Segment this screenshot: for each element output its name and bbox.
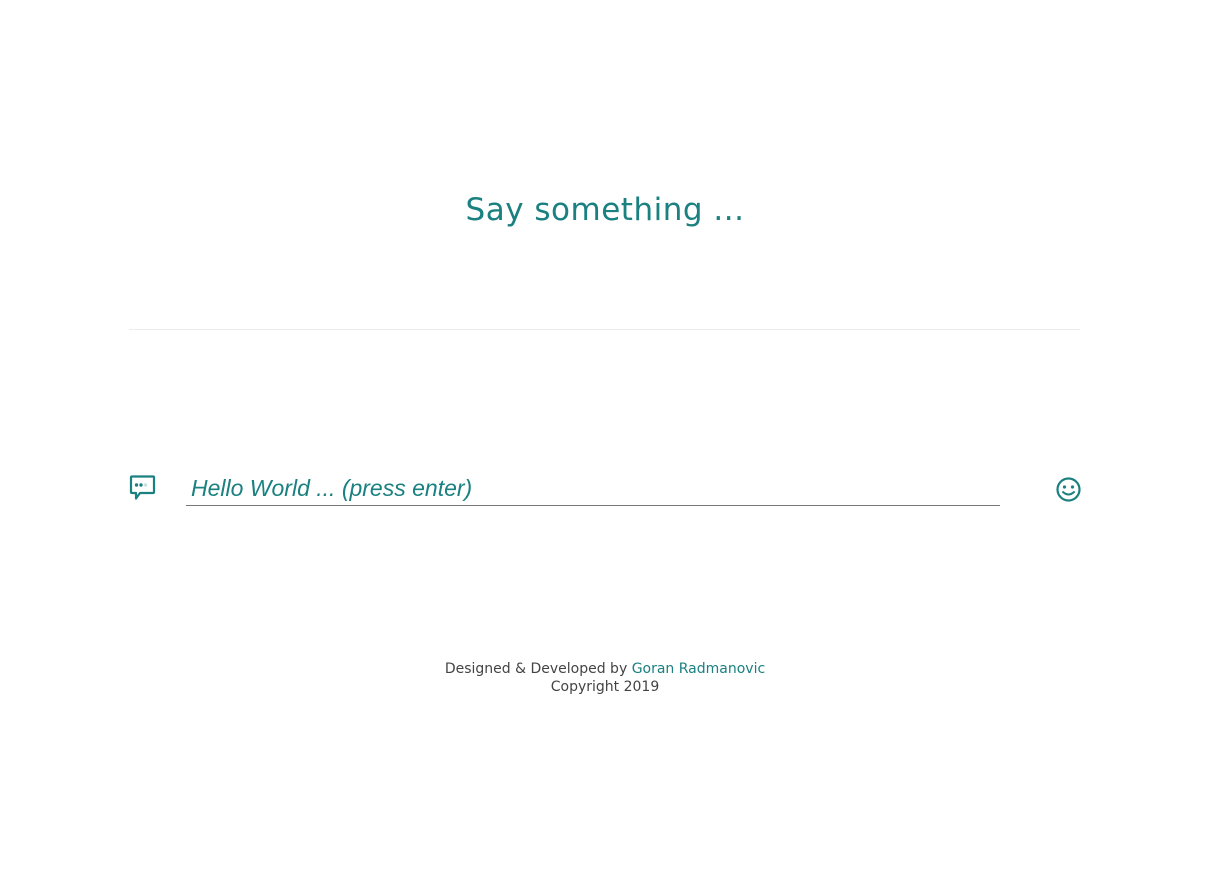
author-link[interactable]: Goran Radmanovic [632,661,766,677]
chat-bubble-icon [129,474,156,501]
footer: Designed & Developed by Goran Radmanovic… [0,660,1210,696]
footer-credit: Designed & Developed by Goran Radmanovic [0,660,1210,678]
divider [129,329,1080,330]
page-title: Say something ... [465,192,745,228]
copyright-text: Copyright 2019 [550,679,660,695]
smiley-icon[interactable] [1055,476,1082,503]
message-input[interactable] [186,472,1000,506]
page: Say something ... Designed & Developed b… [0,0,1226,877]
credit-prefix: Designed & Developed by [444,661,628,677]
